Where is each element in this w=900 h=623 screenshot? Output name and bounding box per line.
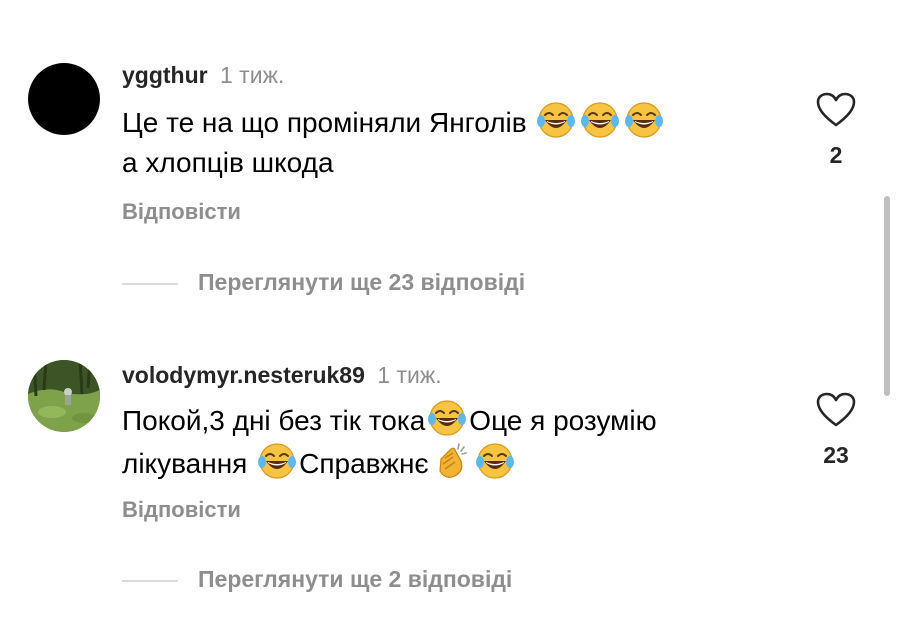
divider-line [122, 283, 178, 285]
username[interactable]: yggthur [122, 62, 208, 88]
laugh-emoji-icon [536, 100, 576, 140]
comment-text-segment: лікування [122, 448, 248, 479]
laugh-emoji-icon [580, 100, 620, 140]
divider-line [122, 580, 178, 582]
comment-header: volodymyr.nesteruk89 1 тиж. [122, 362, 442, 389]
laugh-emoji-icon [427, 398, 467, 438]
avatar[interactable] [28, 360, 100, 432]
reply-button[interactable]: Відповісти [122, 497, 241, 523]
heart-icon[interactable] [816, 392, 856, 428]
comments-screen: yggthur 1 тиж. Це те на що проміняли Янг… [0, 0, 900, 623]
comment-text: Покой,3 дні без тік тока Оце я розумію лі… [122, 398, 772, 484]
heart-icon[interactable] [816, 92, 856, 128]
comment-text-segment: Покой,3 дні без тік тока [122, 405, 426, 436]
comment-text: Це те на що проміняли Янголів а хлопців … [122, 100, 772, 183]
username[interactable]: volodymyr.nesteruk89 [122, 362, 365, 388]
laugh-emoji-icon [257, 441, 297, 481]
view-replies-label: Переглянути ще 23 відповіді [198, 269, 526, 295]
like-control: 23 [812, 392, 860, 469]
comment-time: 1 тиж. [220, 62, 285, 88]
comment-text-line-1: Це те на що проміняли Янголів [122, 107, 527, 138]
laugh-emoji-icon [475, 441, 515, 481]
comment-header: yggthur 1 тиж. [122, 62, 284, 89]
like-control: 2 [812, 92, 860, 169]
laugh-emoji-icon [624, 100, 664, 140]
clap-emoji-icon [431, 441, 471, 481]
avatar[interactable] [28, 63, 100, 135]
comment-text-line-2: а хлопців шкода [122, 147, 334, 178]
like-count: 23 [823, 442, 849, 468]
comment-text-segment: Справжнє [299, 448, 429, 479]
comment-text-segment: Оце я розумію [469, 405, 657, 436]
comment-time: 1 тиж. [377, 362, 442, 388]
reply-button[interactable]: Відповісти [122, 199, 241, 225]
scrollbar[interactable] [884, 196, 890, 396]
like-count: 2 [829, 142, 843, 168]
view-replies-label: Переглянути ще 2 відповіді [198, 566, 513, 592]
